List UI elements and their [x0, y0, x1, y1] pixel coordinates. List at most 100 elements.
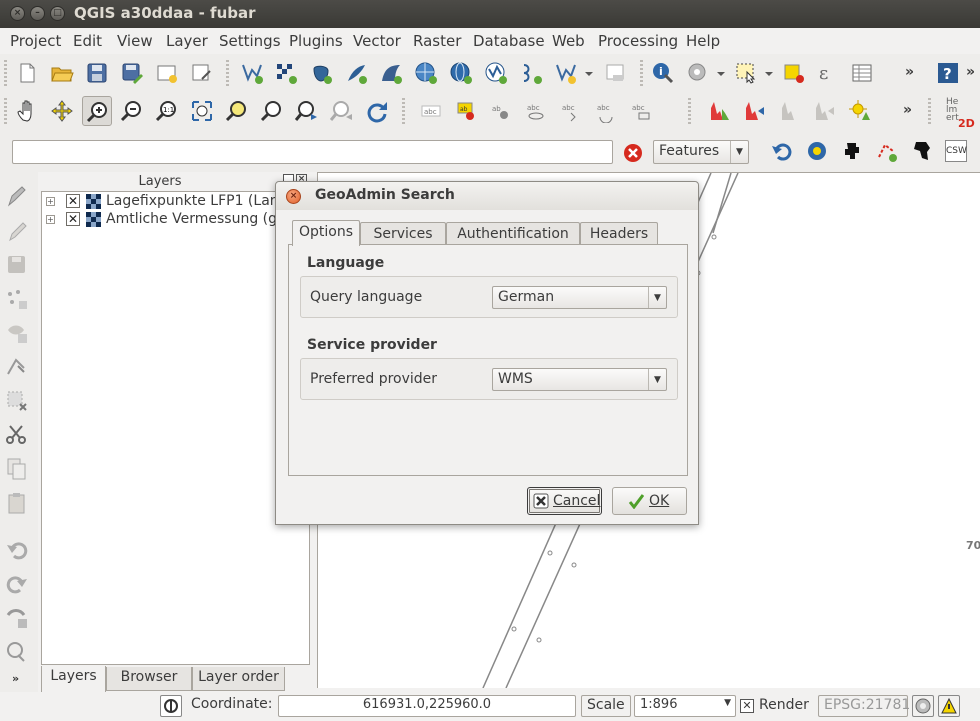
zoom-full-icon[interactable]: [187, 96, 217, 126]
toolbar-grip[interactable]: [688, 98, 691, 126]
coordinate-field[interactable]: 616931.0,225960.0: [278, 695, 576, 717]
refresh-icon[interactable]: [362, 96, 392, 126]
tab-layers[interactable]: Layers: [41, 666, 106, 693]
window-maximize-button[interactable]: □: [50, 6, 65, 21]
crs-button[interactable]: EPSG:21781: [818, 695, 910, 717]
add-wcs-layer-icon[interactable]: [446, 58, 476, 88]
tab-headers[interactable]: Headers: [580, 222, 658, 245]
menu-help[interactable]: Help: [686, 32, 720, 50]
toolbar-overflow-button[interactable]: »: [905, 64, 914, 80]
swiss-locator-icon[interactable]: [837, 136, 867, 166]
toolbar-grip[interactable]: [640, 60, 643, 88]
toggle-extents-icon[interactable]: [160, 695, 182, 717]
new-shapefile-layer-icon[interactable]: [551, 58, 581, 88]
label-toolbar-icon[interactable]: abc: [416, 96, 446, 126]
zoom-last-icon[interactable]: [292, 96, 322, 126]
africa-map-icon[interactable]: [907, 136, 937, 166]
measure-tool-icon[interactable]: [872, 136, 902, 166]
clear-search-icon[interactable]: [622, 142, 644, 164]
tab-services[interactable]: Services: [360, 222, 446, 245]
menu-raster[interactable]: Raster: [413, 32, 461, 50]
render-checkbox[interactable]: ✕: [740, 699, 754, 713]
layer-visibility-checkbox[interactable]: ✕: [66, 212, 80, 226]
add-postgis-layer-icon[interactable]: [306, 58, 336, 88]
identify-features-icon[interactable]: i: [648, 58, 678, 88]
layer-row[interactable]: + ✕ Amtliche Vermessung (grau): [46, 211, 309, 229]
rotate-label-icon[interactable]: abc: [591, 96, 621, 126]
add-mssql-layer-icon[interactable]: [376, 58, 406, 88]
move-label-icon[interactable]: abc: [556, 96, 586, 126]
chevron-down-icon[interactable]: [581, 58, 595, 88]
new-project-icon[interactable]: [12, 58, 42, 88]
zoom-to-layer-icon[interactable]: [257, 96, 287, 126]
sun-brightness-icon[interactable]: [845, 96, 875, 126]
dialog-titlebar[interactable]: × GeoAdmin Search: [276, 182, 698, 210]
layer-row[interactable]: + ✕ Lagefixpunkte LFP1 (Landesvermessung…: [46, 193, 309, 211]
select-features-icon[interactable]: [731, 58, 761, 88]
add-raster-layer-icon[interactable]: [271, 58, 301, 88]
expand-icon[interactable]: +: [46, 197, 55, 206]
show-hide-labels-icon[interactable]: abc: [521, 96, 551, 126]
toolbar-grip[interactable]: [226, 60, 229, 88]
zoom-to-selection-icon[interactable]: [222, 96, 252, 126]
menu-vector[interactable]: Vector: [353, 32, 401, 50]
tab-layer-order[interactable]: Layer order: [192, 667, 285, 691]
menu-plugins[interactable]: Plugins: [289, 32, 343, 50]
search-input[interactable]: [12, 140, 613, 164]
histogram-stretch-icon[interactable]: [705, 96, 735, 126]
toolbar-grip[interactable]: [928, 98, 931, 126]
menu-project[interactable]: Project: [10, 32, 61, 50]
pan-map-icon[interactable]: [12, 96, 42, 126]
scale-combo[interactable]: 1:896 ▼: [634, 695, 736, 717]
toolbar-overflow-button[interactable]: »: [903, 102, 912, 118]
crs-globe-icon[interactable]: [912, 695, 934, 717]
toolbar-expand-icon[interactable]: »: [12, 672, 19, 685]
ok-button[interactable]: OK: [612, 487, 687, 515]
menu-edit[interactable]: Edit: [73, 32, 102, 50]
tab-browser[interactable]: Browser: [106, 667, 192, 691]
attribute-table-icon[interactable]: [847, 58, 877, 88]
add-vector-layer-icon[interactable]: [237, 58, 267, 88]
run-feature-action-icon[interactable]: [683, 58, 713, 88]
menu-database[interactable]: Database: [473, 32, 545, 50]
pin-labels-icon[interactable]: ab: [451, 96, 481, 126]
add-wms-layer-icon[interactable]: [411, 58, 441, 88]
save-project-icon[interactable]: [82, 58, 112, 88]
menu-layer[interactable]: Layer: [166, 32, 208, 50]
composer-manager-icon[interactable]: [187, 58, 217, 88]
preferred-provider-select[interactable]: WMS ▼: [492, 368, 667, 391]
change-label-icon[interactable]: abc: [626, 96, 656, 126]
undo-icon[interactable]: [767, 136, 797, 166]
layer-visibility-checkbox[interactable]: ✕: [66, 194, 80, 208]
open-project-icon[interactable]: [47, 58, 77, 88]
add-delimited-text-layer-icon[interactable]: [516, 58, 546, 88]
toggle-editing-icon[interactable]: [4, 184, 32, 212]
menu-web[interactable]: Web: [552, 32, 585, 50]
tab-options[interactable]: Options: [292, 220, 360, 246]
zoom-out-icon[interactable]: [117, 96, 147, 126]
expand-icon[interactable]: +: [46, 215, 55, 224]
chevron-down-icon[interactable]: [713, 58, 727, 88]
menu-processing[interactable]: Processing: [598, 32, 678, 50]
zoom-actual-size-icon[interactable]: 1:1: [152, 96, 182, 126]
window-close-button[interactable]: ×: [10, 6, 25, 21]
menu-view[interactable]: View: [117, 32, 153, 50]
field-calculator-icon[interactable]: ε: [812, 58, 842, 88]
csw-button[interactable]: CSW: [942, 136, 970, 166]
toolbar-grip[interactable]: [4, 98, 7, 126]
deselect-features-icon[interactable]: [779, 58, 809, 88]
window-minimize-button[interactable]: –: [30, 6, 45, 21]
zoom-in-icon[interactable]: [82, 96, 112, 126]
save-as-icon[interactable]: [117, 58, 147, 88]
chevron-down-icon[interactable]: [761, 58, 775, 88]
add-spatialite-layer-icon[interactable]: [341, 58, 371, 88]
toolbar-grip[interactable]: [4, 60, 7, 88]
toolbar-grip[interactable]: [402, 98, 405, 126]
tab-authentification[interactable]: Authentification: [446, 222, 580, 245]
pan-to-selection-icon[interactable]: [47, 96, 77, 126]
help-icon[interactable]: ?: [933, 58, 963, 88]
add-wfs-layer-icon[interactable]: [481, 58, 511, 88]
helmert-button[interactable]: Helmert 2D: [946, 98, 975, 130]
new-print-composer-icon[interactable]: [152, 58, 182, 88]
messages-warning-icon[interactable]: [938, 695, 960, 717]
